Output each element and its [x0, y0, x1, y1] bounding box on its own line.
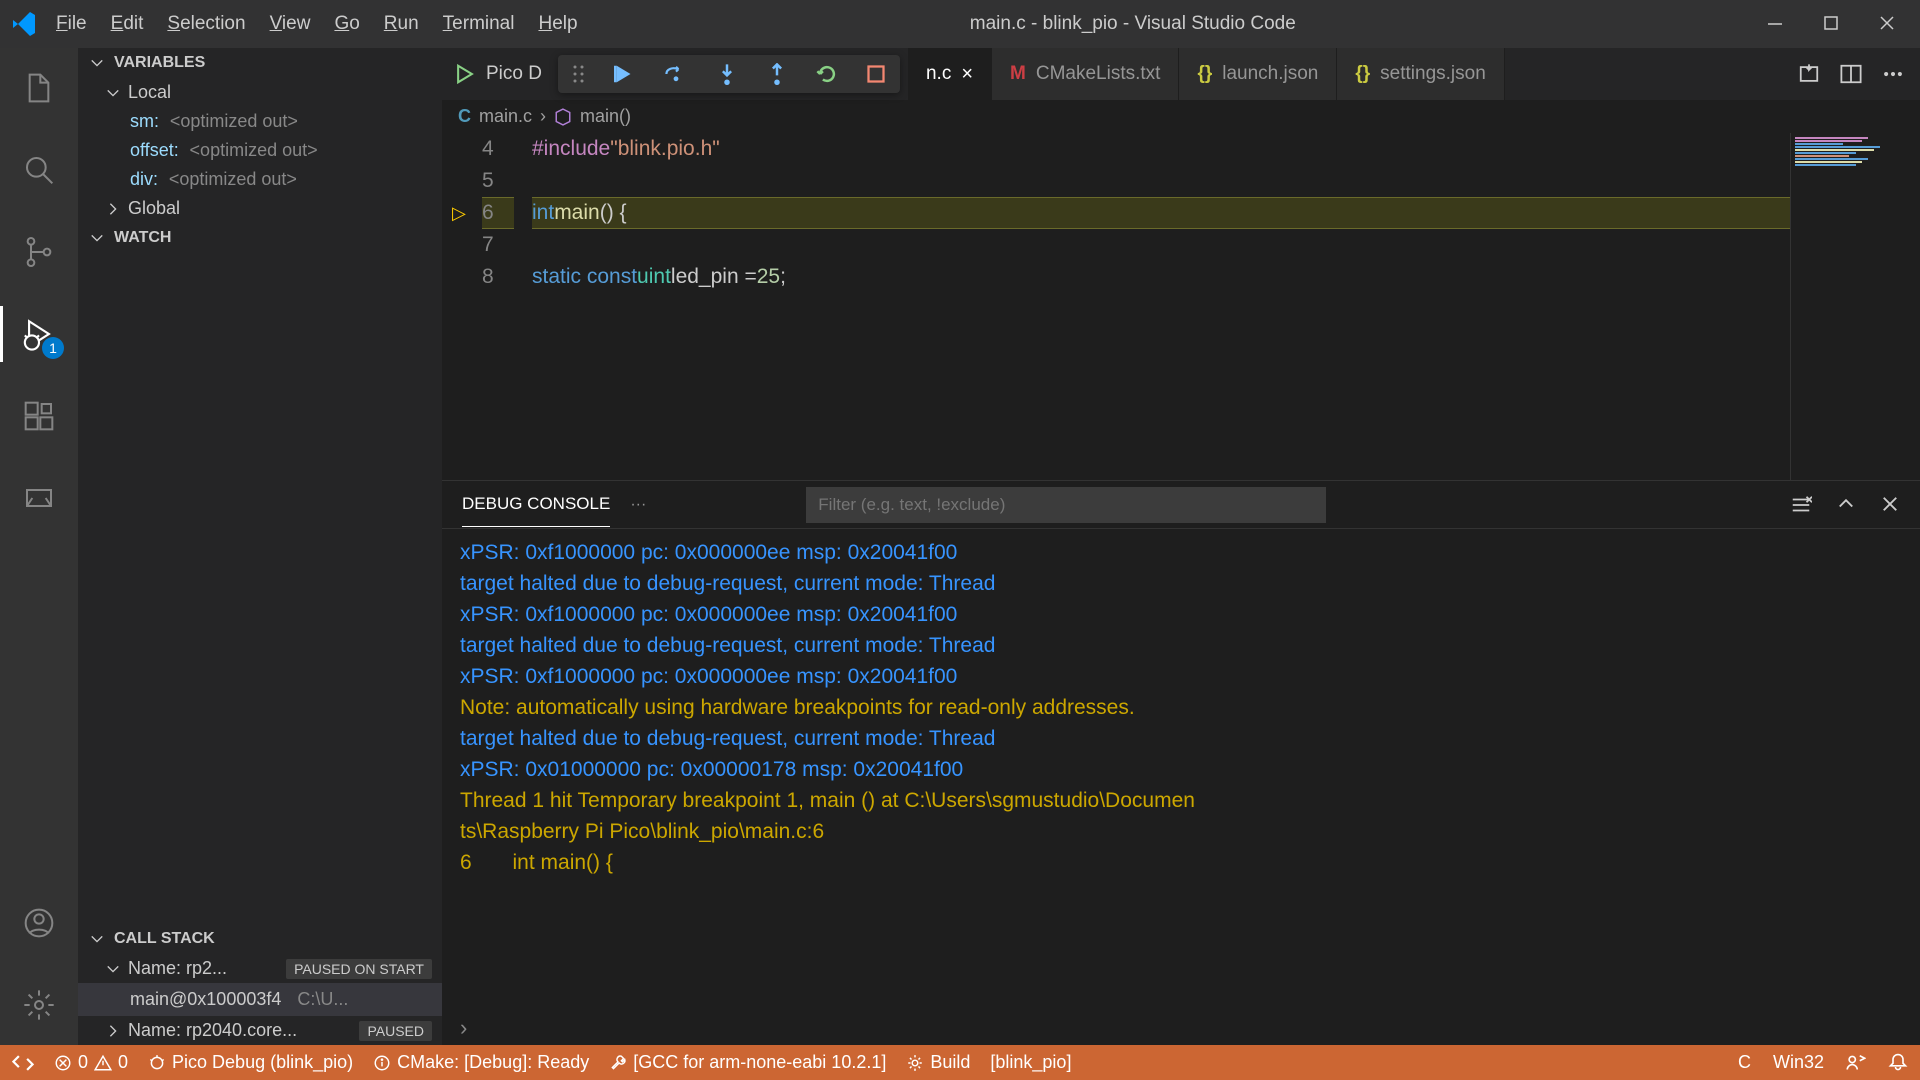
- wrench-icon: [609, 1054, 627, 1072]
- step-over-icon[interactable]: [664, 63, 688, 85]
- step-out-icon[interactable]: [766, 63, 788, 85]
- status-language[interactable]: C: [1738, 1052, 1751, 1073]
- status-bar: 0 0 Pico Debug (blink_pio) CMake: [Debug…: [0, 1045, 1920, 1080]
- status-platform[interactable]: Win32: [1773, 1052, 1824, 1073]
- explorer-icon[interactable]: [19, 68, 59, 108]
- open-changes-icon[interactable]: [1798, 63, 1820, 85]
- debug-console-tab[interactable]: DEBUG CONSOLE: [462, 482, 610, 527]
- status-target[interactable]: [blink_pio]: [990, 1052, 1071, 1073]
- variable-scope-local[interactable]: Local: [78, 78, 442, 107]
- debug-toolbar: [558, 55, 900, 93]
- close-icon[interactable]: [1880, 16, 1896, 32]
- callstack-frame[interactable]: main@0x100003f4C:\U...: [78, 983, 442, 1016]
- debug-console-output[interactable]: xPSR: 0xf1000000 pc: 0x000000ee msp: 0x2…: [442, 529, 1920, 1011]
- editor-tabs: n.c×MCMakeLists.txt{}launch.json{}settin…: [908, 48, 1782, 100]
- warning-icon: [94, 1054, 112, 1072]
- menu-edit[interactable]: Edit: [111, 13, 144, 35]
- settings-gear-icon[interactable]: [19, 985, 59, 1025]
- editor-tab[interactable]: MCMakeLists.txt: [992, 48, 1179, 100]
- extensions-icon[interactable]: [19, 396, 59, 436]
- callstack-thread[interactable]: Name: rp2040.core... PAUSED: [78, 1016, 442, 1045]
- maximize-icon[interactable]: [1824, 16, 1840, 32]
- status-build[interactable]: Build: [906, 1052, 970, 1073]
- vscode-logo-icon: [12, 12, 36, 36]
- debug-sidebar: VARIABLES Local sm: <optimized out> offs…: [78, 48, 442, 1045]
- console-filter-input[interactable]: [806, 487, 1326, 523]
- debug-badge: 1: [42, 337, 64, 359]
- feedback-icon[interactable]: [1846, 1052, 1866, 1072]
- panel-more-icon[interactable]: ···: [630, 496, 646, 514]
- titlebar: File Edit Selection View Go Run Terminal…: [0, 0, 1920, 48]
- accounts-icon[interactable]: [19, 903, 59, 943]
- clear-console-icon[interactable]: [1790, 494, 1812, 516]
- console-input-prompt[interactable]: ›: [442, 1011, 1920, 1045]
- chevron-down-icon: [106, 962, 120, 976]
- code-editor[interactable]: ▷ 45678 #include "blink.pio.h"int main()…: [442, 133, 1920, 480]
- restart-icon[interactable]: [816, 63, 838, 85]
- minimize-icon[interactable]: [1768, 16, 1784, 32]
- grip-icon[interactable]: [572, 64, 586, 84]
- panel: DEBUG CONSOLE ··· xPSR: 0xf1000000 pc: 0…: [442, 480, 1920, 1045]
- tab-close-icon[interactable]: ×: [961, 63, 973, 86]
- activity-bar: 1: [0, 48, 78, 1045]
- variable-item[interactable]: div: <optimized out>: [78, 165, 442, 194]
- collapse-icon[interactable]: [1836, 494, 1856, 514]
- play-icon: [454, 63, 476, 85]
- variable-item[interactable]: sm: <optimized out>: [78, 107, 442, 136]
- breadcrumb[interactable]: C main.c › main(): [442, 100, 1920, 133]
- variables-header[interactable]: VARIABLES: [78, 48, 442, 78]
- chevron-down-icon: [106, 86, 120, 100]
- continue-icon[interactable]: [614, 63, 636, 85]
- menu-view[interactable]: View: [270, 13, 311, 35]
- panel-close-icon[interactable]: [1880, 494, 1900, 514]
- variable-item[interactable]: offset: <optimized out>: [78, 136, 442, 165]
- split-editor-icon[interactable]: [1840, 63, 1862, 85]
- c-file-icon: C: [458, 106, 471, 127]
- status-compiler[interactable]: [GCC for arm-none-eabi 10.2.1]: [609, 1052, 886, 1073]
- minimap[interactable]: [1790, 133, 1920, 480]
- source-control-icon[interactable]: [19, 232, 59, 272]
- variable-scope-global[interactable]: Global: [78, 194, 442, 223]
- chevron-right-icon: [106, 202, 120, 216]
- info-icon: [373, 1054, 391, 1072]
- debug-icon: [148, 1054, 166, 1072]
- chevron-down-icon: [88, 932, 106, 946]
- error-icon: [54, 1054, 72, 1072]
- thread-status-badge: PAUSED: [359, 1021, 432, 1041]
- remote-icon[interactable]: [12, 1052, 34, 1074]
- editor-tab[interactable]: {}launch.json: [1179, 48, 1337, 100]
- status-debug-config[interactable]: Pico Debug (blink_pio): [148, 1052, 353, 1073]
- editor-area: Pico D n.c×MCMakeLists.txt{}launch.json{…: [442, 48, 1920, 1045]
- cortex-icon[interactable]: [19, 478, 59, 518]
- chevron-down-icon: [88, 231, 106, 245]
- window-title: main.c - blink_pio - Visual Studio Code: [498, 13, 1768, 35]
- step-into-icon[interactable]: [716, 63, 738, 85]
- bell-icon[interactable]: [1888, 1052, 1908, 1072]
- search-icon[interactable]: [19, 150, 59, 190]
- menu-run[interactable]: Run: [384, 13, 419, 35]
- stop-icon[interactable]: [866, 64, 886, 84]
- more-icon[interactable]: [1882, 63, 1904, 85]
- editor-tab[interactable]: {}settings.json: [1337, 48, 1504, 100]
- status-problems[interactable]: 0 0: [54, 1052, 128, 1073]
- watch-header[interactable]: WATCH: [78, 223, 442, 253]
- editor-tab[interactable]: n.c×: [908, 48, 992, 100]
- callstack-thread[interactable]: Name: rp2... PAUSED ON START: [78, 954, 442, 983]
- callstack-header[interactable]: CALL STACK: [78, 924, 442, 954]
- chevron-down-icon: [88, 56, 106, 70]
- menu-file[interactable]: File: [56, 13, 87, 35]
- thread-status-badge: PAUSED ON START: [286, 959, 432, 979]
- menu-go[interactable]: Go: [334, 13, 359, 35]
- symbol-icon: [554, 108, 572, 126]
- chevron-right-icon: [106, 1024, 120, 1038]
- gear-icon: [906, 1054, 924, 1072]
- menu-selection[interactable]: Selection: [167, 13, 245, 35]
- run-debug-icon[interactable]: 1: [19, 314, 59, 354]
- status-cmake[interactable]: CMake: [Debug]: Ready: [373, 1052, 589, 1073]
- debug-config-launcher[interactable]: Pico D: [442, 48, 554, 100]
